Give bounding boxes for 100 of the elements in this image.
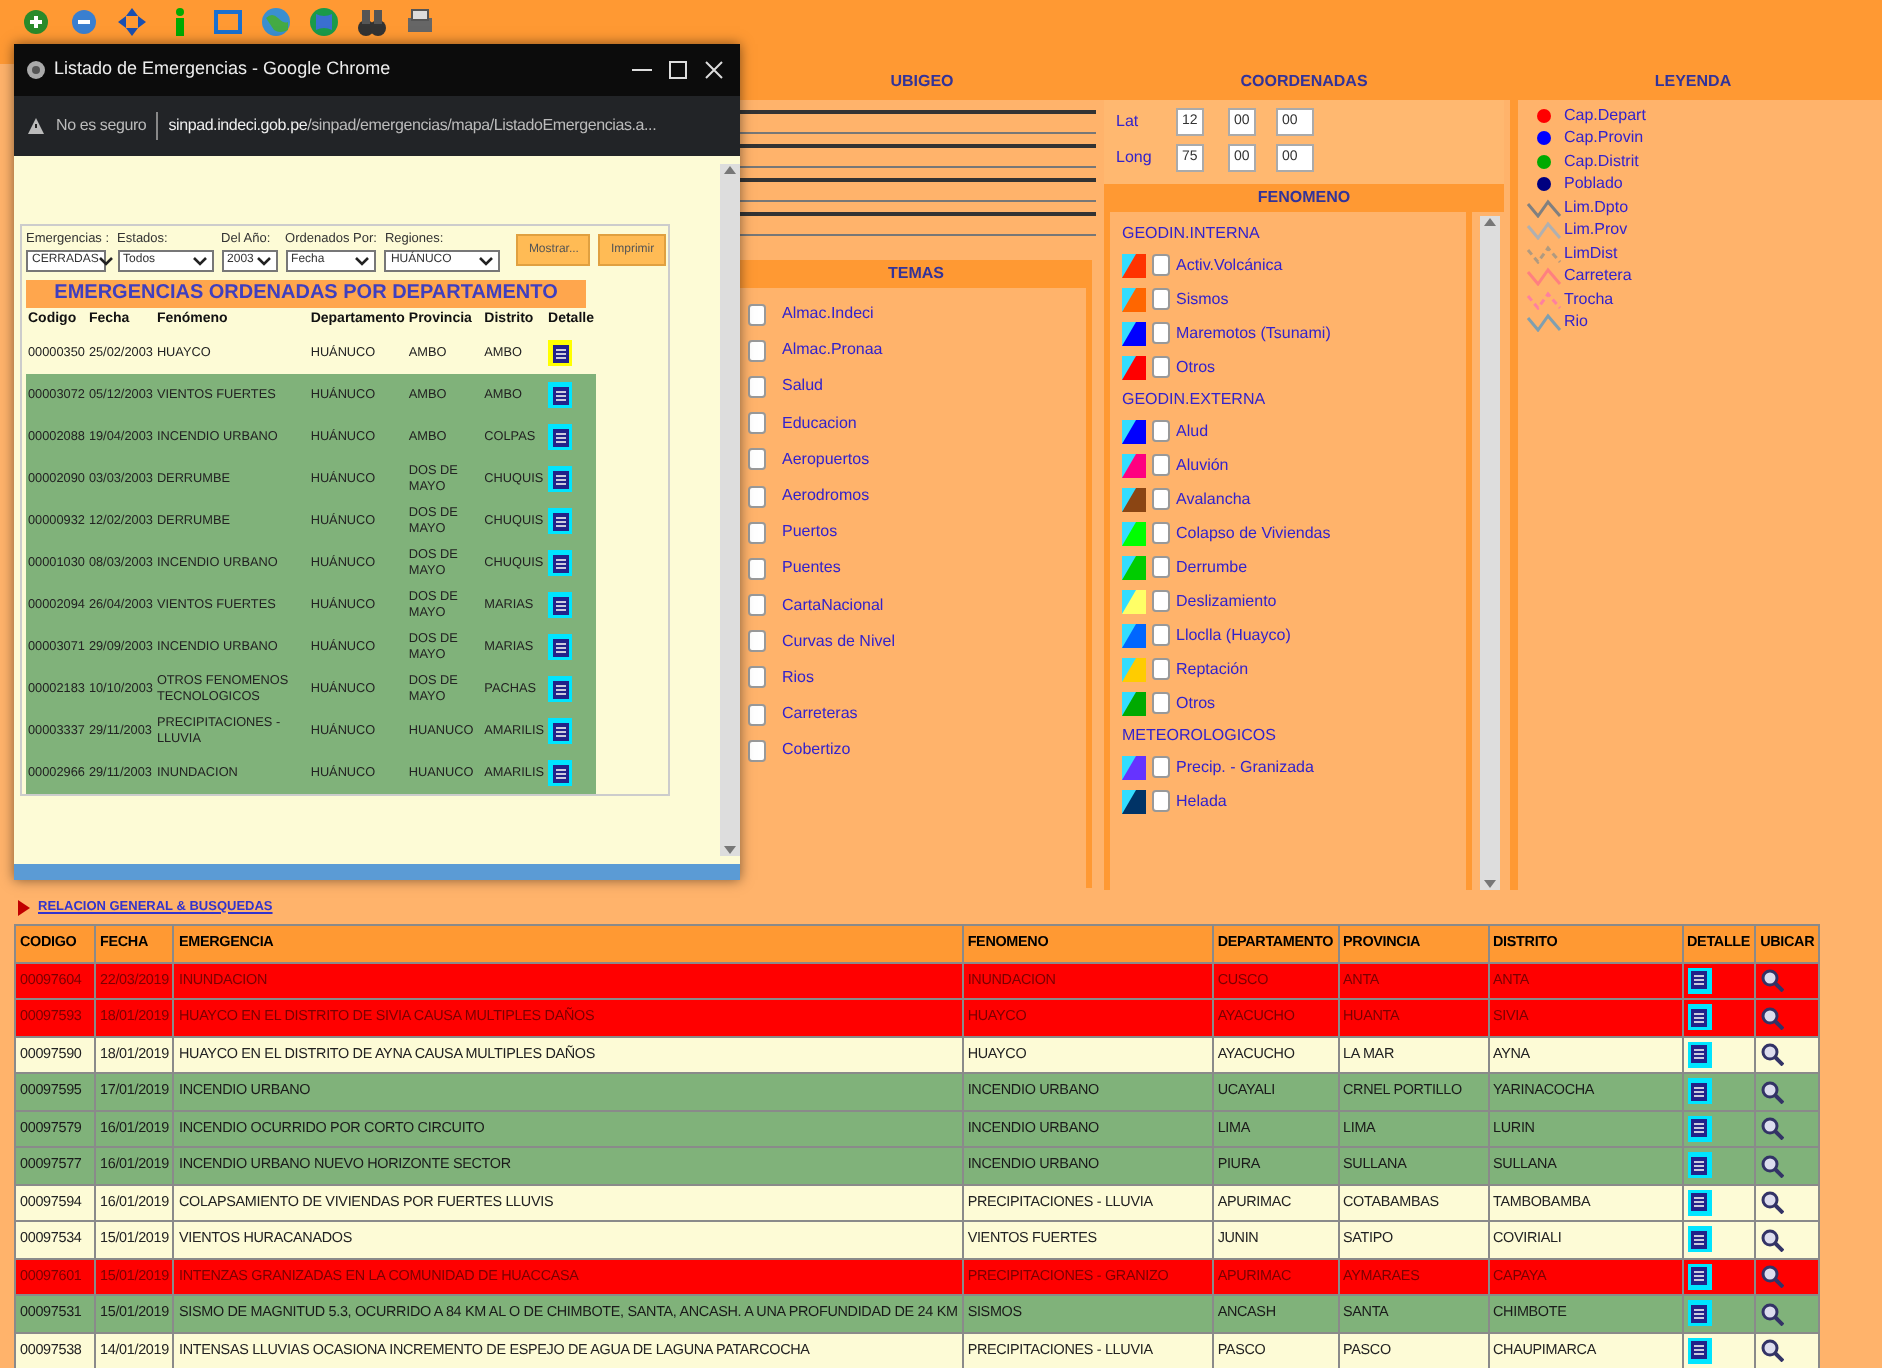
maximize-icon[interactable]: [664, 60, 692, 80]
warning-icon: [26, 116, 46, 136]
search-icon[interactable]: [1760, 1116, 1785, 1141]
checkbox-label: Curvas de Nivel: [782, 629, 895, 654]
document-icon: [1690, 1155, 1709, 1176]
search-icon[interactable]: [1760, 1301, 1785, 1326]
detail-button[interactable]: [1687, 1152, 1712, 1179]
checkbox[interactable]: [748, 630, 766, 653]
scroll-down-icon[interactable]: [722, 844, 738, 856]
window-title: Listado de Emergencias - Google Chrome: [54, 56, 393, 83]
search-icon[interactable]: [1760, 1153, 1785, 1178]
detail-button[interactable]: [1687, 1004, 1712, 1031]
checkbox[interactable]: [748, 521, 766, 544]
checkbox[interactable]: [748, 339, 766, 362]
binoculars-icon[interactable]: [356, 6, 388, 38]
checkbox[interactable]: [748, 594, 766, 617]
dropdown-field[interactable]: [740, 178, 1096, 202]
section-title: COORDENADAS: [1104, 64, 1504, 100]
section-title: FENOMENO: [1104, 184, 1504, 212]
checkbox[interactable]: [1152, 624, 1170, 646]
dropdown-field[interactable]: [740, 144, 1096, 168]
search-icon[interactable]: [1760, 1264, 1785, 1289]
checkbox[interactable]: [1152, 488, 1170, 510]
checkbox[interactable]: [748, 739, 766, 762]
detail-button[interactable]: [1687, 1189, 1712, 1216]
caret-icon: [191, 255, 208, 266]
detail-button[interactable]: [1687, 1115, 1712, 1142]
detail-button[interactable]: [1687, 1078, 1712, 1105]
detail-button[interactable]: [1687, 1300, 1712, 1327]
zoom-out-icon[interactable]: [68, 6, 100, 38]
scroll-up-icon[interactable]: [722, 164, 738, 176]
checkbox[interactable]: [1152, 288, 1170, 310]
checkbox[interactable]: [1152, 658, 1170, 680]
legend-label: Cap.Depart: [1564, 103, 1646, 128]
legend-label: Rio: [1564, 310, 1589, 335]
document-icon: [1690, 1266, 1709, 1287]
detail-button[interactable]: [548, 760, 573, 787]
scrollbar[interactable]: [720, 164, 740, 856]
detail-button[interactable]: [1687, 1263, 1712, 1290]
browser-icon: [26, 60, 46, 80]
search-icon[interactable]: [1760, 968, 1785, 993]
pan-icon[interactable]: [116, 6, 148, 38]
checkbox[interactable]: [1152, 756, 1170, 778]
checkbox[interactable]: [748, 666, 766, 689]
group-label: GEODIN.EXTERNA: [1120, 388, 1268, 412]
search-icon[interactable]: [1760, 1042, 1785, 1067]
detail-button[interactable]: [1687, 1041, 1712, 1068]
detail-button[interactable]: [548, 676, 573, 703]
checkbox[interactable]: [748, 448, 766, 471]
checkbox[interactable]: [748, 303, 766, 326]
search-icon[interactable]: [1760, 1190, 1785, 1215]
detail-button[interactable]: [548, 550, 573, 577]
dropdown-field[interactable]: [740, 110, 1096, 134]
checkbox[interactable]: [1152, 590, 1170, 612]
caret-icon: [478, 255, 495, 266]
document-icon: [551, 679, 570, 700]
detail-button[interactable]: [548, 382, 573, 409]
checkbox[interactable]: [1152, 556, 1170, 578]
checkbox[interactable]: [1152, 522, 1170, 544]
section-title: TEMAS: [740, 260, 1092, 288]
detail-button[interactable]: [548, 592, 573, 619]
checkbox-label: Aeropuertos: [782, 447, 870, 472]
divider-bar: [156, 112, 159, 140]
close-icon[interactable]: [700, 60, 728, 80]
search-icon[interactable]: [1760, 1338, 1785, 1363]
checkbox[interactable]: [748, 375, 766, 398]
search-icon[interactable]: [1760, 1005, 1785, 1030]
detail-button[interactable]: [548, 508, 573, 535]
checkbox[interactable]: [1152, 420, 1170, 442]
checkbox[interactable]: [748, 703, 766, 726]
checkbox[interactable]: [1152, 254, 1170, 276]
checkbox-label: Sismos: [1176, 287, 1229, 311]
detail-button[interactable]: [548, 340, 573, 367]
search-icon[interactable]: [1760, 1227, 1785, 1252]
print-icon[interactable]: [404, 6, 436, 38]
scrollbar[interactable]: [1480, 216, 1500, 890]
detail-button[interactable]: [1687, 1337, 1712, 1364]
detail-button[interactable]: [548, 634, 573, 661]
zoom-in-icon[interactable]: [20, 6, 52, 38]
address-url[interactable]: sinpad.indeci.gob.pe/sinpad/emergencias/mapa/ListadoEmergencias.a...: [168, 114, 657, 138]
checkbox-label: Puertos: [782, 520, 838, 545]
detail-button[interactable]: [1687, 1226, 1712, 1253]
checkbox[interactable]: [1152, 692, 1170, 714]
checkbox-label: Lloclla (Huayco): [1176, 623, 1291, 647]
checkbox[interactable]: [748, 485, 766, 508]
detail-button[interactable]: [548, 424, 573, 451]
detail-button[interactable]: [1687, 967, 1712, 994]
checkbox[interactable]: [748, 557, 766, 580]
checkbox[interactable]: [1152, 790, 1170, 812]
detail-button[interactable]: [548, 718, 573, 745]
checkbox[interactable]: [1152, 356, 1170, 378]
checkbox[interactable]: [1152, 322, 1170, 344]
scroll-up-icon[interactable]: [1482, 216, 1498, 228]
search-icon[interactable]: [1760, 1079, 1785, 1104]
checkbox[interactable]: [1152, 454, 1170, 476]
scroll-down-icon[interactable]: [1482, 878, 1498, 890]
detail-button[interactable]: [548, 466, 573, 493]
dropdown-field[interactable]: [740, 212, 1096, 236]
document-icon: [551, 553, 570, 574]
checkbox[interactable]: [748, 412, 766, 435]
